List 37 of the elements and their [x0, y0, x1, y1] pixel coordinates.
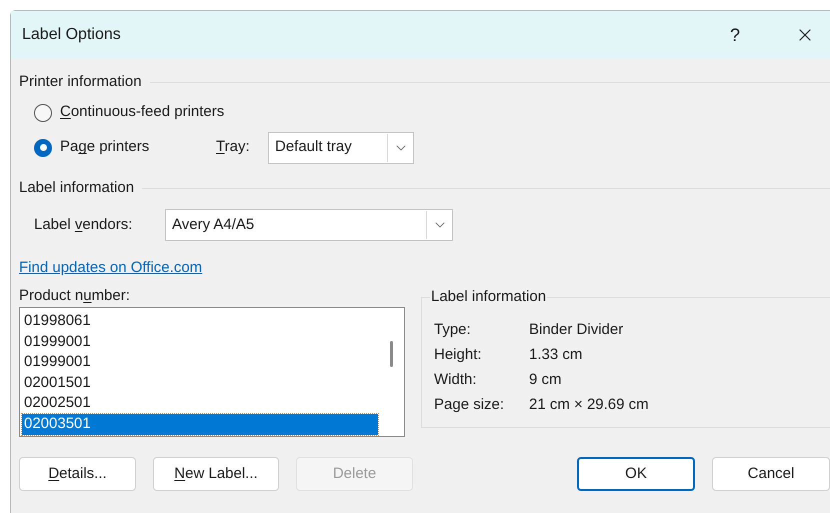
- detail-value: 21 cm × 29.69 cm: [529, 395, 649, 416]
- detail-value: 1.33 cm: [529, 345, 582, 366]
- list-item[interactable]: 01999001: [22, 352, 378, 373]
- group-title: Label information: [19, 178, 134, 198]
- office-link[interactable]: Find updates on Office.com: [19, 259, 202, 276]
- radio-option[interactable]: Continuous-feed printers: [34, 95, 830, 130]
- radio-button[interactable]: [34, 104, 52, 122]
- vendors-dropdown[interactable]: Avery A4/A5: [165, 209, 453, 241]
- detail-name: Height:: [434, 345, 483, 366]
- group-title: Printer information: [19, 72, 142, 92]
- tray-label: Tray:: [216, 137, 251, 158]
- window-title: Label Options: [22, 25, 122, 45]
- detail-name: Type:: [434, 320, 472, 340]
- vendors-label: Label vendors:: [34, 214, 134, 235]
- detail-value: 9 cm: [529, 370, 562, 390]
- radio-label: Page printers: [60, 137, 150, 158]
- list-item[interactable]: 02002501: [22, 393, 378, 414]
- dialog-button[interactable]: Details...: [19, 457, 136, 491]
- dialog-button[interactable]: OK: [577, 457, 695, 491]
- tray-dropdown[interactable]: Default tray: [268, 132, 414, 164]
- scrollbar-thumb[interactable]: [390, 341, 392, 367]
- combo-value: Avery A4/A5: [171, 214, 256, 235]
- list-item[interactable]: 01999001: [22, 332, 378, 352]
- combo-value: Default tray: [274, 137, 353, 158]
- list-item[interactable]: 02001501: [22, 372, 378, 394]
- list-item[interactable]: 01998061: [22, 311, 378, 332]
- detail-name: Width:: [434, 370, 478, 390]
- detail-value: Binder Divider: [529, 320, 624, 340]
- detail-name: Page size:: [434, 395, 506, 416]
- radio-button[interactable]: [34, 138, 52, 156]
- dialog-button[interactable]: Cancel: [712, 457, 830, 491]
- help-button[interactable]: ?: [720, 22, 750, 48]
- product-number-label: Product number:: [19, 286, 131, 306]
- radio-option[interactable]: Page printers: [34, 130, 216, 165]
- dialog-button[interactable]: New Label...: [153, 457, 279, 491]
- radio-label: Continuous-feed printers: [60, 102, 224, 122]
- list-item[interactable]: 02003501: [22, 414, 378, 435]
